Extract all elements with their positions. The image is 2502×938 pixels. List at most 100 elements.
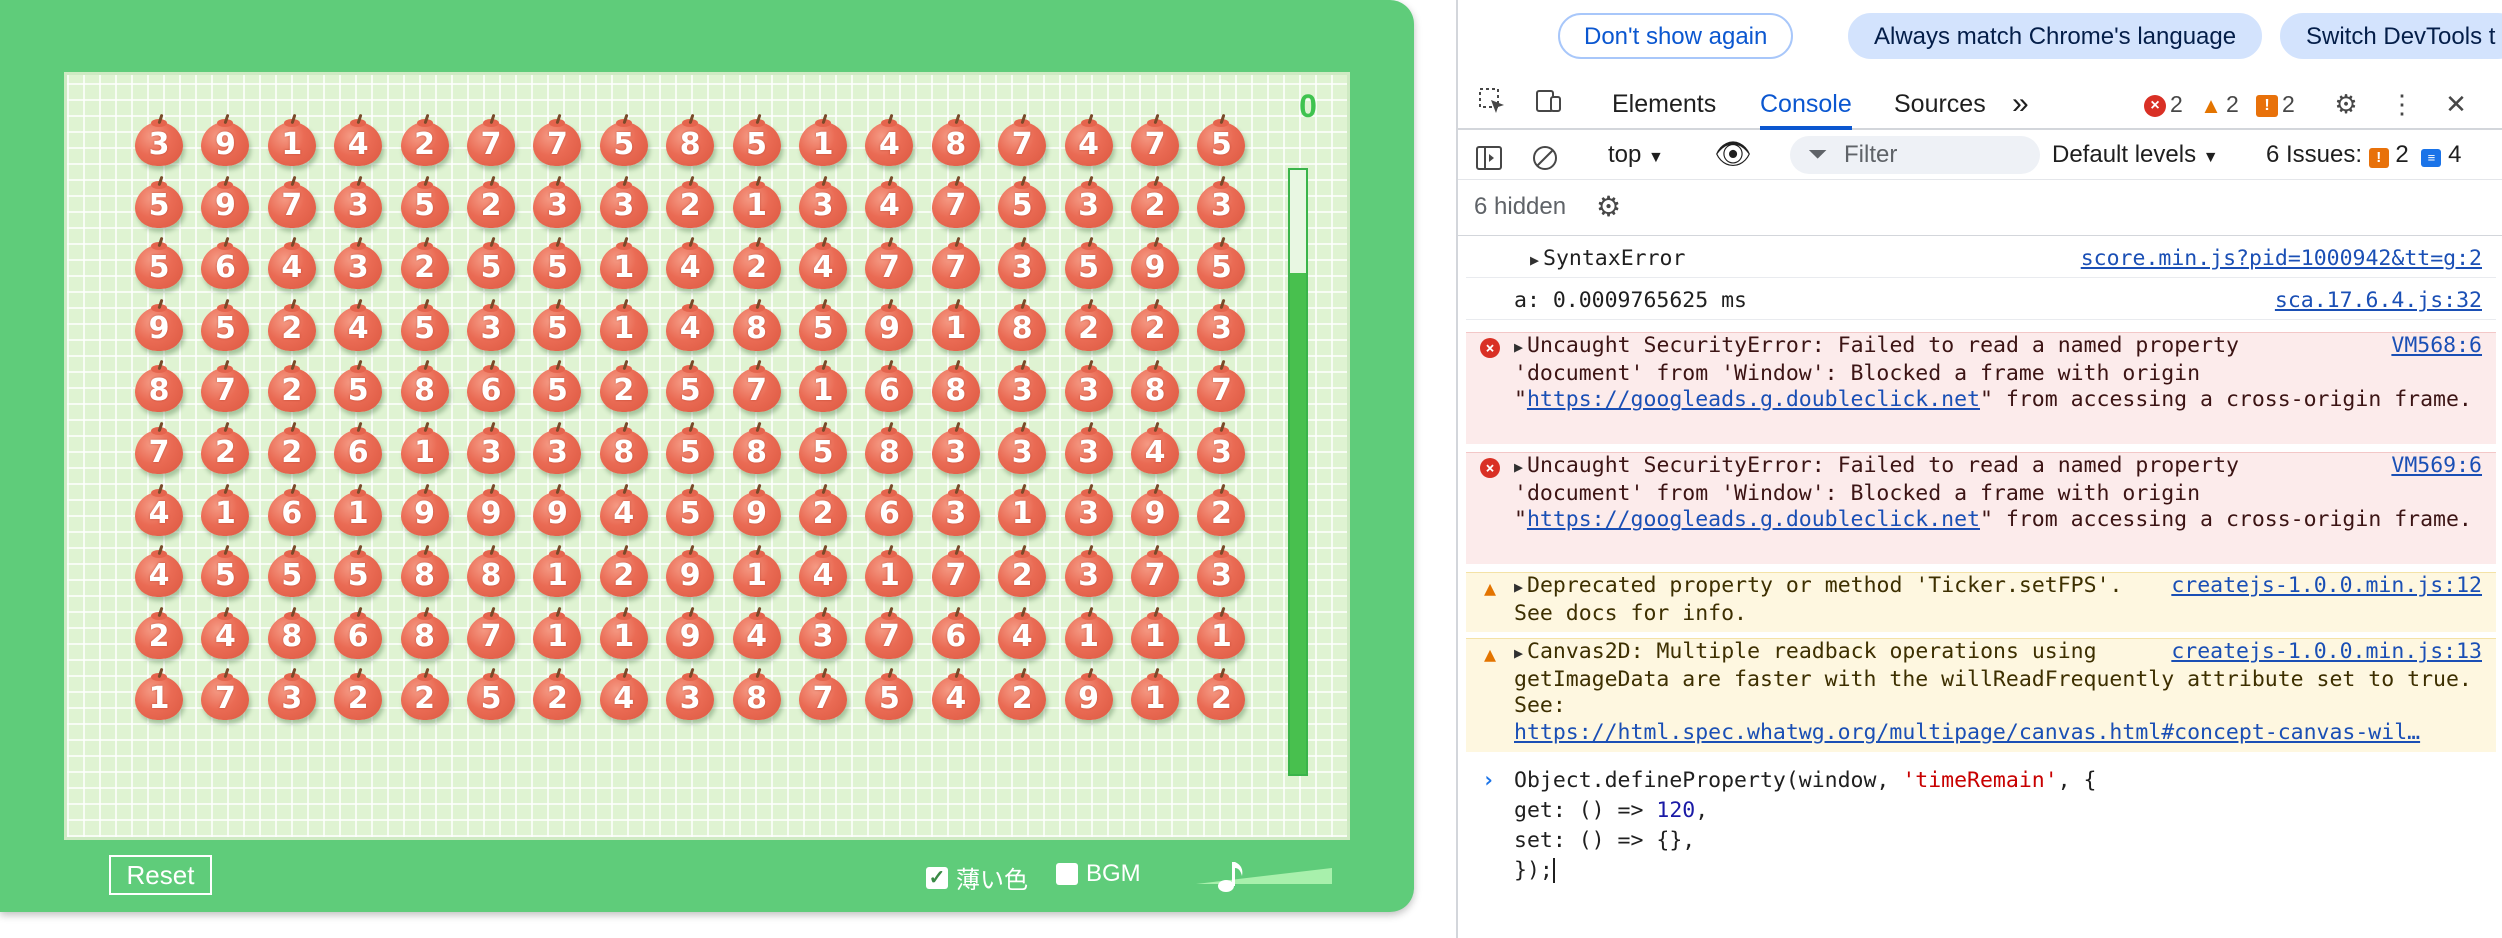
apple-cell[interactable]: 1 xyxy=(200,483,250,536)
apple-cell[interactable]: 2 xyxy=(798,483,848,536)
expand-triangle-icon[interactable]: ▶ xyxy=(1514,574,1523,601)
dont-show-again-button[interactable]: Don't show again xyxy=(1558,13,1794,59)
apple-cell[interactable]: 1 xyxy=(732,175,782,228)
apple-cell[interactable]: 7 xyxy=(931,236,981,290)
apple-cell[interactable]: 6 xyxy=(864,360,914,413)
clear-console-icon[interactable] xyxy=(1530,132,1560,182)
apple-cell[interactable]: 5 xyxy=(134,236,184,290)
apple-cell[interactable]: 4 xyxy=(267,236,317,290)
apple-cell[interactable]: 5 xyxy=(400,175,450,228)
apple-cell[interactable]: 1 xyxy=(267,113,317,166)
apple-cell[interactable]: 1 xyxy=(532,544,582,598)
apple-cell[interactable]: 9 xyxy=(532,483,582,536)
apple-cell[interactable]: 4 xyxy=(732,606,782,659)
apple-cell[interactable]: 5 xyxy=(466,668,516,721)
apple-cell[interactable]: 4 xyxy=(134,483,184,536)
apple-cell[interactable]: 7 xyxy=(200,360,250,413)
light-color-checkbox[interactable]: ✓ xyxy=(926,866,948,889)
apple-cell[interactable]: 3 xyxy=(931,421,981,474)
apple-cell[interactable]: 2 xyxy=(732,236,782,290)
apple-cell[interactable]: 1 xyxy=(532,606,582,659)
apple-cell[interactable]: 5 xyxy=(532,298,582,351)
log-levels-dropdown[interactable]: Default levels ▼ xyxy=(2052,130,2219,180)
apple-cell[interactable]: 5 xyxy=(267,544,317,598)
apple-cell[interactable]: 8 xyxy=(931,360,981,413)
apple-cell[interactable]: 6 xyxy=(267,483,317,536)
expand-triangle-icon[interactable]: ▶ xyxy=(1514,640,1523,667)
apple-cell[interactable]: 5 xyxy=(532,360,582,413)
apple-cell[interactable]: 7 xyxy=(997,113,1047,166)
message-url-link[interactable]: https://googleads.g.doubleclick.net xyxy=(1527,387,1980,412)
apple-cell[interactable]: 2 xyxy=(400,113,450,166)
bgm-toggle[interactable]: BGM xyxy=(1056,860,1141,888)
apple-cell[interactable]: 2 xyxy=(599,360,649,413)
apple-cell[interactable]: 8 xyxy=(267,606,317,659)
apple-cell[interactable]: 3 xyxy=(333,175,383,228)
inspect-element-icon[interactable] xyxy=(1474,86,1510,122)
apple-cell[interactable]: 3 xyxy=(1196,421,1246,474)
apple-cell[interactable]: 8 xyxy=(665,113,715,166)
apple-cell[interactable]: 5 xyxy=(798,421,848,474)
apple-cell[interactable]: 2 xyxy=(997,668,1047,721)
apple-cell[interactable]: 2 xyxy=(267,298,317,351)
apple-cell[interactable]: 1 xyxy=(1130,668,1180,721)
message-url-link[interactable]: https://html.spec.whatwg.org/multipage/c… xyxy=(1514,720,2420,745)
apple-cell[interactable]: 1 xyxy=(400,421,450,474)
apple-cell[interactable]: 4 xyxy=(864,113,914,166)
apple-cell[interactable]: 3 xyxy=(1196,175,1246,228)
apple-cell[interactable]: 7 xyxy=(931,175,981,228)
apple-cell[interactable]: 4 xyxy=(665,298,715,351)
apple-cell[interactable]: 3 xyxy=(134,113,184,166)
issues-count-badge[interactable]: ! 2 xyxy=(2256,88,2295,120)
issues-button[interactable]: 6 Issues: ! 2 ≡ 4 xyxy=(2266,130,2461,180)
apple-cell[interactable]: 9 xyxy=(665,606,715,659)
apple-cell[interactable]: 8 xyxy=(599,421,649,474)
apple-cell[interactable]: 2 xyxy=(1130,298,1180,351)
apple-cell[interactable]: 2 xyxy=(997,544,1047,598)
apple-cell[interactable]: 2 xyxy=(1196,668,1246,721)
apple-cell[interactable]: 7 xyxy=(200,668,250,721)
apple-cell[interactable]: 7 xyxy=(864,606,914,659)
apple-cell[interactable]: 5 xyxy=(532,236,582,290)
apple-cell[interactable]: 3 xyxy=(1064,544,1114,598)
apple-cell[interactable]: 4 xyxy=(333,298,383,351)
message-source-link[interactable]: VM569:6 xyxy=(2391,453,2482,480)
apple-cell[interactable]: 4 xyxy=(599,668,649,721)
bgm-checkbox[interactable] xyxy=(1056,863,1078,885)
apple-cell[interactable]: 3 xyxy=(665,668,715,721)
apple-cell[interactable]: 8 xyxy=(400,360,450,413)
message-source-link[interactable]: sca.17.6.4.js:32 xyxy=(2275,288,2482,315)
apple-cell[interactable]: 7 xyxy=(864,236,914,290)
apple-cell[interactable]: 5 xyxy=(134,175,184,228)
apple-cell[interactable]: 9 xyxy=(732,483,782,536)
apple-cell[interactable]: 7 xyxy=(134,421,184,474)
apple-cell[interactable]: 4 xyxy=(997,606,1047,659)
apple-cell[interactable]: 9 xyxy=(665,544,715,598)
apple-cell[interactable]: 3 xyxy=(1064,175,1114,228)
tab-console[interactable]: Console xyxy=(1760,78,1852,130)
more-tabs-icon[interactable]: » xyxy=(2012,78,2029,130)
apple-cell[interactable]: 2 xyxy=(200,421,250,474)
apple-cell[interactable]: 1 xyxy=(134,668,184,721)
apple-cell[interactable]: 9 xyxy=(1064,668,1114,721)
apple-cell[interactable]: 7 xyxy=(1196,360,1246,413)
apple-cell[interactable]: 9 xyxy=(1130,483,1180,536)
message-source-link[interactable]: score.min.js?pid=1000942&tt=g:2 xyxy=(2081,246,2482,273)
apple-cell[interactable]: 6 xyxy=(333,606,383,659)
message-source-link[interactable]: createjs-1.0.0.min.js:13 xyxy=(2171,639,2482,666)
apple-cell[interactable]: 8 xyxy=(400,544,450,598)
apple-cell[interactable]: 3 xyxy=(931,483,981,536)
apple-cell[interactable]: 3 xyxy=(333,236,383,290)
sidebar-toggle-icon[interactable] xyxy=(1474,132,1504,182)
apple-cell[interactable]: 3 xyxy=(997,236,1047,290)
apple-cell[interactable]: 2 xyxy=(134,606,184,659)
apple-cell[interactable]: 7 xyxy=(931,544,981,598)
apple-cell[interactable]: 3 xyxy=(466,298,516,351)
apple-cell[interactable]: 3 xyxy=(1064,360,1114,413)
apple-cell[interactable]: 8 xyxy=(1130,360,1180,413)
apple-cell[interactable]: 3 xyxy=(1196,544,1246,598)
apple-cell[interactable]: 2 xyxy=(665,175,715,228)
apple-cell[interactable]: 4 xyxy=(1130,421,1180,474)
apple-cell[interactable]: 4 xyxy=(333,113,383,166)
tab-elements[interactable]: Elements xyxy=(1612,78,1716,130)
